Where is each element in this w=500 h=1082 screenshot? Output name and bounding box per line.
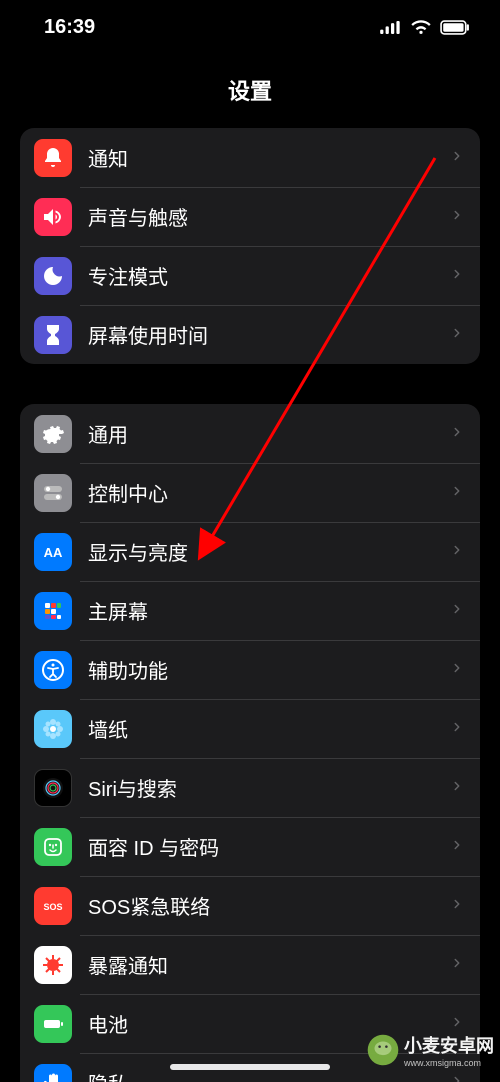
battery-icon [34, 1005, 72, 1043]
chevron-right-icon [450, 420, 464, 448]
sos-icon [34, 887, 72, 925]
chevron-right-icon [450, 892, 464, 920]
row-label: 隐私 [88, 1068, 450, 1082]
row-wallpaper[interactable]: 墙纸 [20, 699, 480, 758]
row-label: SOS紧急联络 [88, 891, 450, 920]
row-exposure[interactable]: 暴露通知 [20, 935, 480, 994]
virus-icon [34, 946, 72, 984]
row-label: 通用 [88, 419, 450, 448]
row-general[interactable]: 通用 [20, 404, 480, 463]
row-home[interactable]: 主屏幕 [20, 581, 480, 640]
access-icon [34, 651, 72, 689]
row-screentime[interactable]: 屏幕使用时间 [20, 305, 480, 364]
wifi-icon [410, 20, 432, 35]
row-label: 面容 ID 与密码 [88, 832, 450, 861]
status-indicators [380, 20, 470, 35]
moon-icon [34, 257, 72, 295]
row-focus[interactable]: 专注模式 [20, 246, 480, 305]
status-bar: 16:39 [0, 0, 500, 54]
row-label: 显示与亮度 [88, 537, 450, 566]
signal-icon [380, 21, 402, 34]
row-faceid[interactable]: 面容 ID 与密码 [20, 817, 480, 876]
row-label: 屏幕使用时间 [88, 320, 450, 349]
row-display[interactable]: 显示与亮度 [20, 522, 480, 581]
chevron-right-icon [450, 144, 464, 172]
chevron-right-icon [450, 479, 464, 507]
hourglass-icon [34, 316, 72, 354]
watermark-sub: www.xmsigma.com [404, 1058, 494, 1068]
row-label: 墙纸 [88, 714, 450, 743]
face-icon [34, 828, 72, 866]
gear-icon [34, 415, 72, 453]
chevron-right-icon [450, 656, 464, 684]
siri-icon [34, 769, 72, 807]
row-notifications[interactable]: 通知 [20, 128, 480, 187]
watermark-text: 小麦安卓网 [404, 1032, 494, 1058]
page-title: 设置 [0, 54, 500, 128]
hand-icon [34, 1064, 72, 1082]
row-label: 专注模式 [88, 261, 450, 290]
row-label: Siri与搜索 [88, 773, 450, 802]
chevron-right-icon [450, 321, 464, 349]
row-label: 控制中心 [88, 478, 450, 507]
row-label: 声音与触感 [88, 202, 450, 231]
chevron-right-icon [450, 597, 464, 625]
switches-icon [34, 474, 72, 512]
row-label: 暴露通知 [88, 950, 450, 979]
bell-icon [34, 139, 72, 177]
row-siri[interactable]: Siri与搜索 [20, 758, 480, 817]
row-sos[interactable]: SOS紧急联络 [20, 876, 480, 935]
watermark: 小麦安卓网 www.xmsigma.com [366, 1032, 494, 1068]
chevron-right-icon [450, 951, 464, 979]
row-accessibility[interactable]: 辅助功能 [20, 640, 480, 699]
flower-icon [34, 710, 72, 748]
watermark-logo-icon [366, 1033, 400, 1067]
chevron-right-icon [450, 538, 464, 566]
row-label: 辅助功能 [88, 655, 450, 684]
aa-icon [34, 533, 72, 571]
battery-status-icon [440, 20, 470, 35]
settings-group: 通知声音与触感专注模式屏幕使用时间 [20, 128, 480, 364]
home-indicator[interactable] [170, 1064, 330, 1070]
row-label: 通知 [88, 143, 450, 172]
row-sounds[interactable]: 声音与触感 [20, 187, 480, 246]
status-time: 16:39 [44, 16, 95, 39]
chevron-right-icon [450, 774, 464, 802]
row-control[interactable]: 控制中心 [20, 463, 480, 522]
row-label: 主屏幕 [88, 596, 450, 625]
chevron-right-icon [450, 203, 464, 231]
chevron-right-icon [450, 1069, 464, 1082]
chevron-right-icon [450, 833, 464, 861]
speaker-icon [34, 198, 72, 236]
settings-group: 通用控制中心显示与亮度主屏幕辅助功能墙纸 Siri与搜索面容 ID 与密码 SOS紧… [20, 404, 480, 1082]
chevron-right-icon [450, 715, 464, 743]
chevron-right-icon [450, 262, 464, 290]
grid-icon [34, 592, 72, 630]
